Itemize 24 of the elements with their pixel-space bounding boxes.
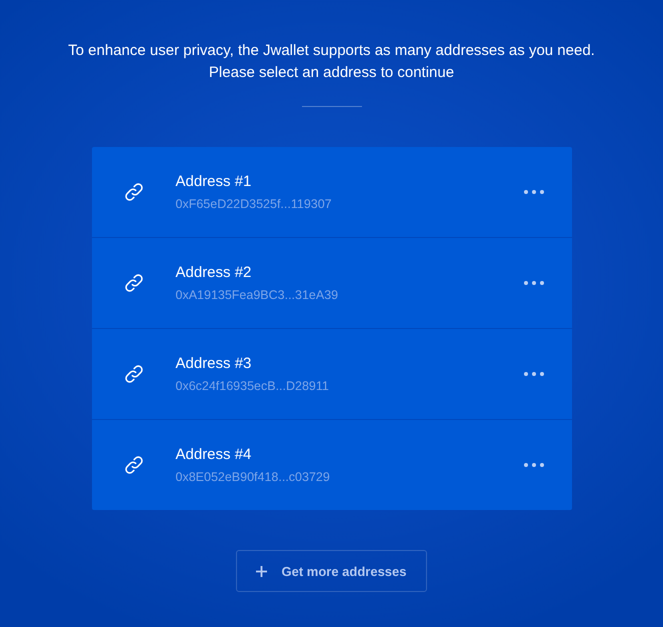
link-icon — [122, 181, 144, 203]
more-options-icon[interactable] — [524, 281, 544, 285]
address-hash: 0xF65eD22D3525f...119307 — [176, 196, 333, 212]
address-name: Address #1 — [176, 172, 252, 192]
plus-icon — [256, 566, 268, 576]
link-icon — [122, 272, 144, 294]
address-hash: 0x8E052eB90f418...c03729 — [176, 468, 331, 486]
get-more-addresses-button[interactable]: Get more addresses — [236, 550, 427, 592]
link-icon — [122, 363, 144, 385]
more-options-icon[interactable] — [524, 372, 544, 376]
address-item[interactable]: Address #1 0xF65eD22D3525f...119307 — [92, 147, 572, 237]
more-options-icon[interactable] — [524, 463, 544, 467]
address-hash: 0xA19135Fea9BC3...31eA39 — [176, 286, 340, 304]
address-item[interactable]: Address #4 0x8E052eB90f418...c03729 — [92, 419, 572, 510]
address-hash: 0x6c24f16935ecB...D28911 — [176, 378, 330, 394]
more-options-icon[interactable] — [524, 190, 544, 194]
address-item[interactable]: Address #2 0xA19135Fea9BC3...31eA39 — [92, 237, 572, 328]
link-icon — [122, 454, 144, 476]
intro-text: To enhance user privacy, the Jwallet supports as many addresses as you need. — [68, 41, 595, 61]
intro-text: Please select an address to continue — [208, 63, 456, 83]
address-item[interactable]: Address #3 0x6c24f16935ecB...D28911 — [92, 328, 572, 419]
address-name: Address #3 — [176, 354, 252, 374]
address-name: Address #2 — [176, 262, 252, 282]
address-name: Address #4 — [176, 444, 252, 464]
